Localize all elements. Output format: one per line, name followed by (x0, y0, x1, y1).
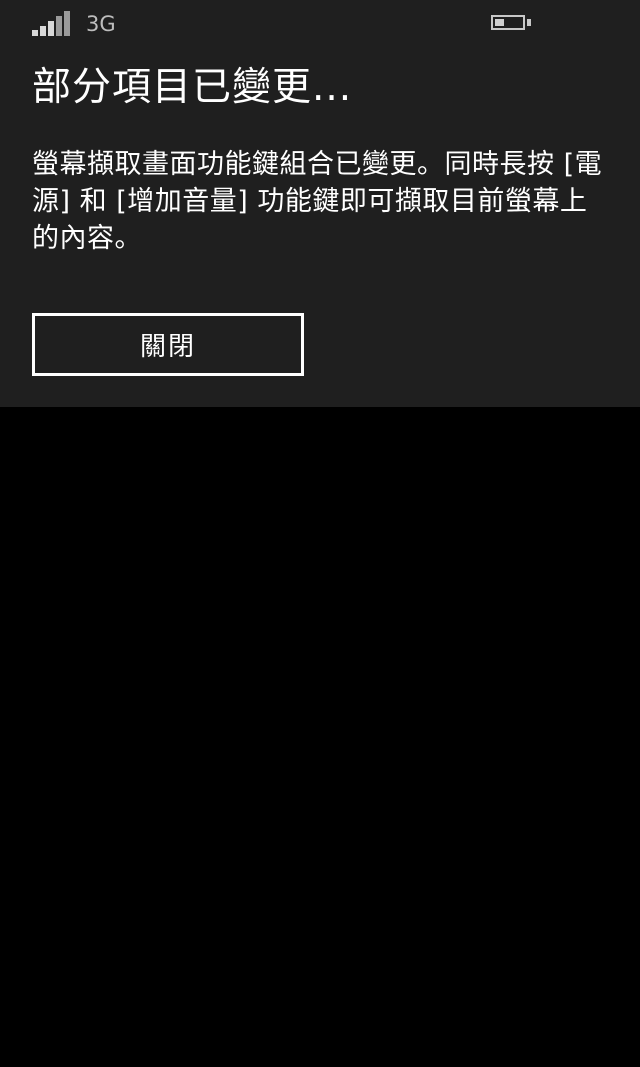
signal-strength-icon (32, 10, 72, 36)
signal-bar-4 (56, 16, 62, 36)
dialog-title: 部分項目已變更... (32, 65, 353, 110)
close-button[interactable]: 關閉 (32, 313, 304, 376)
dialog-message: 螢幕擷取畫面功能鍵組合已變更。同時長按 [電源] 和 [增加音量] 功能鍵即可擷… (32, 149, 603, 254)
signal-bar-3 (48, 21, 54, 36)
signal-bar-1 (32, 30, 38, 36)
message-dialog: 3G 部分項目已變更... 螢幕擷取畫面功能鍵組合已變更。同時長按 [電源] 和… (0, 0, 640, 407)
signal-bar-2 (40, 26, 46, 36)
phone-screen: 3G 部分項目已變更... 螢幕擷取畫面功能鍵組合已變更。同時長按 [電源] 和… (0, 0, 640, 1067)
battery-level-fill (495, 19, 504, 26)
status-bar: 3G (0, 0, 640, 48)
battery-tip (527, 19, 531, 26)
battery-icon (491, 15, 525, 30)
network-type-label: 3G (86, 12, 116, 36)
signal-bar-5 (64, 11, 70, 36)
